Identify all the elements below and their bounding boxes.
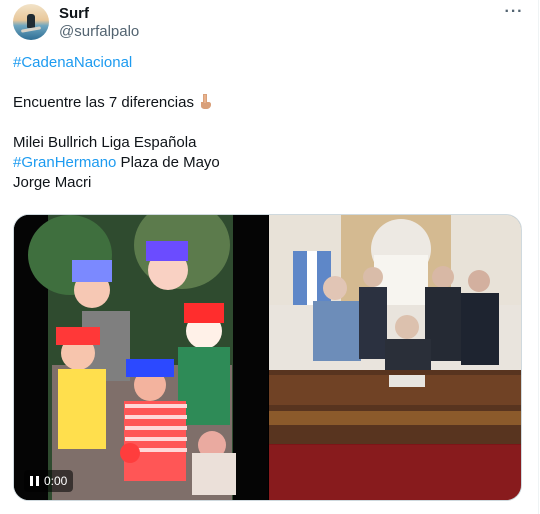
timeline-divider bbox=[538, 0, 539, 514]
hashtag-link[interactable]: #GranHermano bbox=[13, 154, 116, 171]
video-controls[interactable]: 0:00 bbox=[24, 470, 74, 492]
tweet-text-segment: Plaza de Mayo bbox=[116, 154, 220, 171]
government-announcement-image bbox=[269, 215, 521, 500]
surfboard-figure bbox=[20, 26, 42, 33]
tweet-line: Jorge Macri bbox=[13, 173, 523, 193]
tweet-line: Milei Bullrich Liga Española bbox=[13, 133, 523, 153]
finger-pointing-down-emoji bbox=[200, 94, 211, 109]
hashtag-link[interactable]: #CadenaNacional bbox=[13, 54, 132, 71]
tweet-line: #GranHermano Plaza de Mayo bbox=[13, 153, 523, 173]
pause-icon[interactable] bbox=[30, 476, 39, 486]
author-name[interactable]: Surf bbox=[59, 5, 89, 23]
government-video-frame[interactable] bbox=[269, 215, 521, 500]
tweet-text: #CadenaNacional Encuentre las 7 diferenc… bbox=[13, 53, 523, 193]
tweet-text-segment: Encuentre las 7 diferencias bbox=[13, 94, 194, 111]
tweet-text-segment: Milei Bullrich Liga Española bbox=[13, 134, 197, 151]
avatar[interactable] bbox=[13, 4, 49, 40]
tweet-line: #CadenaNacional bbox=[13, 53, 523, 73]
author-handle[interactable]: @surfalpalo bbox=[59, 23, 139, 41]
tweet-line: Encuentre las 7 diferencias bbox=[13, 93, 523, 113]
video-player[interactable]: 0:00 bbox=[13, 214, 522, 501]
tweet-card[interactable]: Surf @surfalpalo ··· #CadenaNacional Enc… bbox=[0, 0, 540, 514]
more-options-icon[interactable]: ··· bbox=[503, 2, 525, 22]
clowns-image bbox=[14, 215, 268, 500]
clowns-video-frame[interactable]: 0:00 bbox=[14, 215, 268, 500]
video-time: 0:00 bbox=[44, 474, 68, 488]
surfer-figure bbox=[27, 14, 35, 28]
tweet-text-segment: Jorge Macri bbox=[13, 174, 92, 191]
